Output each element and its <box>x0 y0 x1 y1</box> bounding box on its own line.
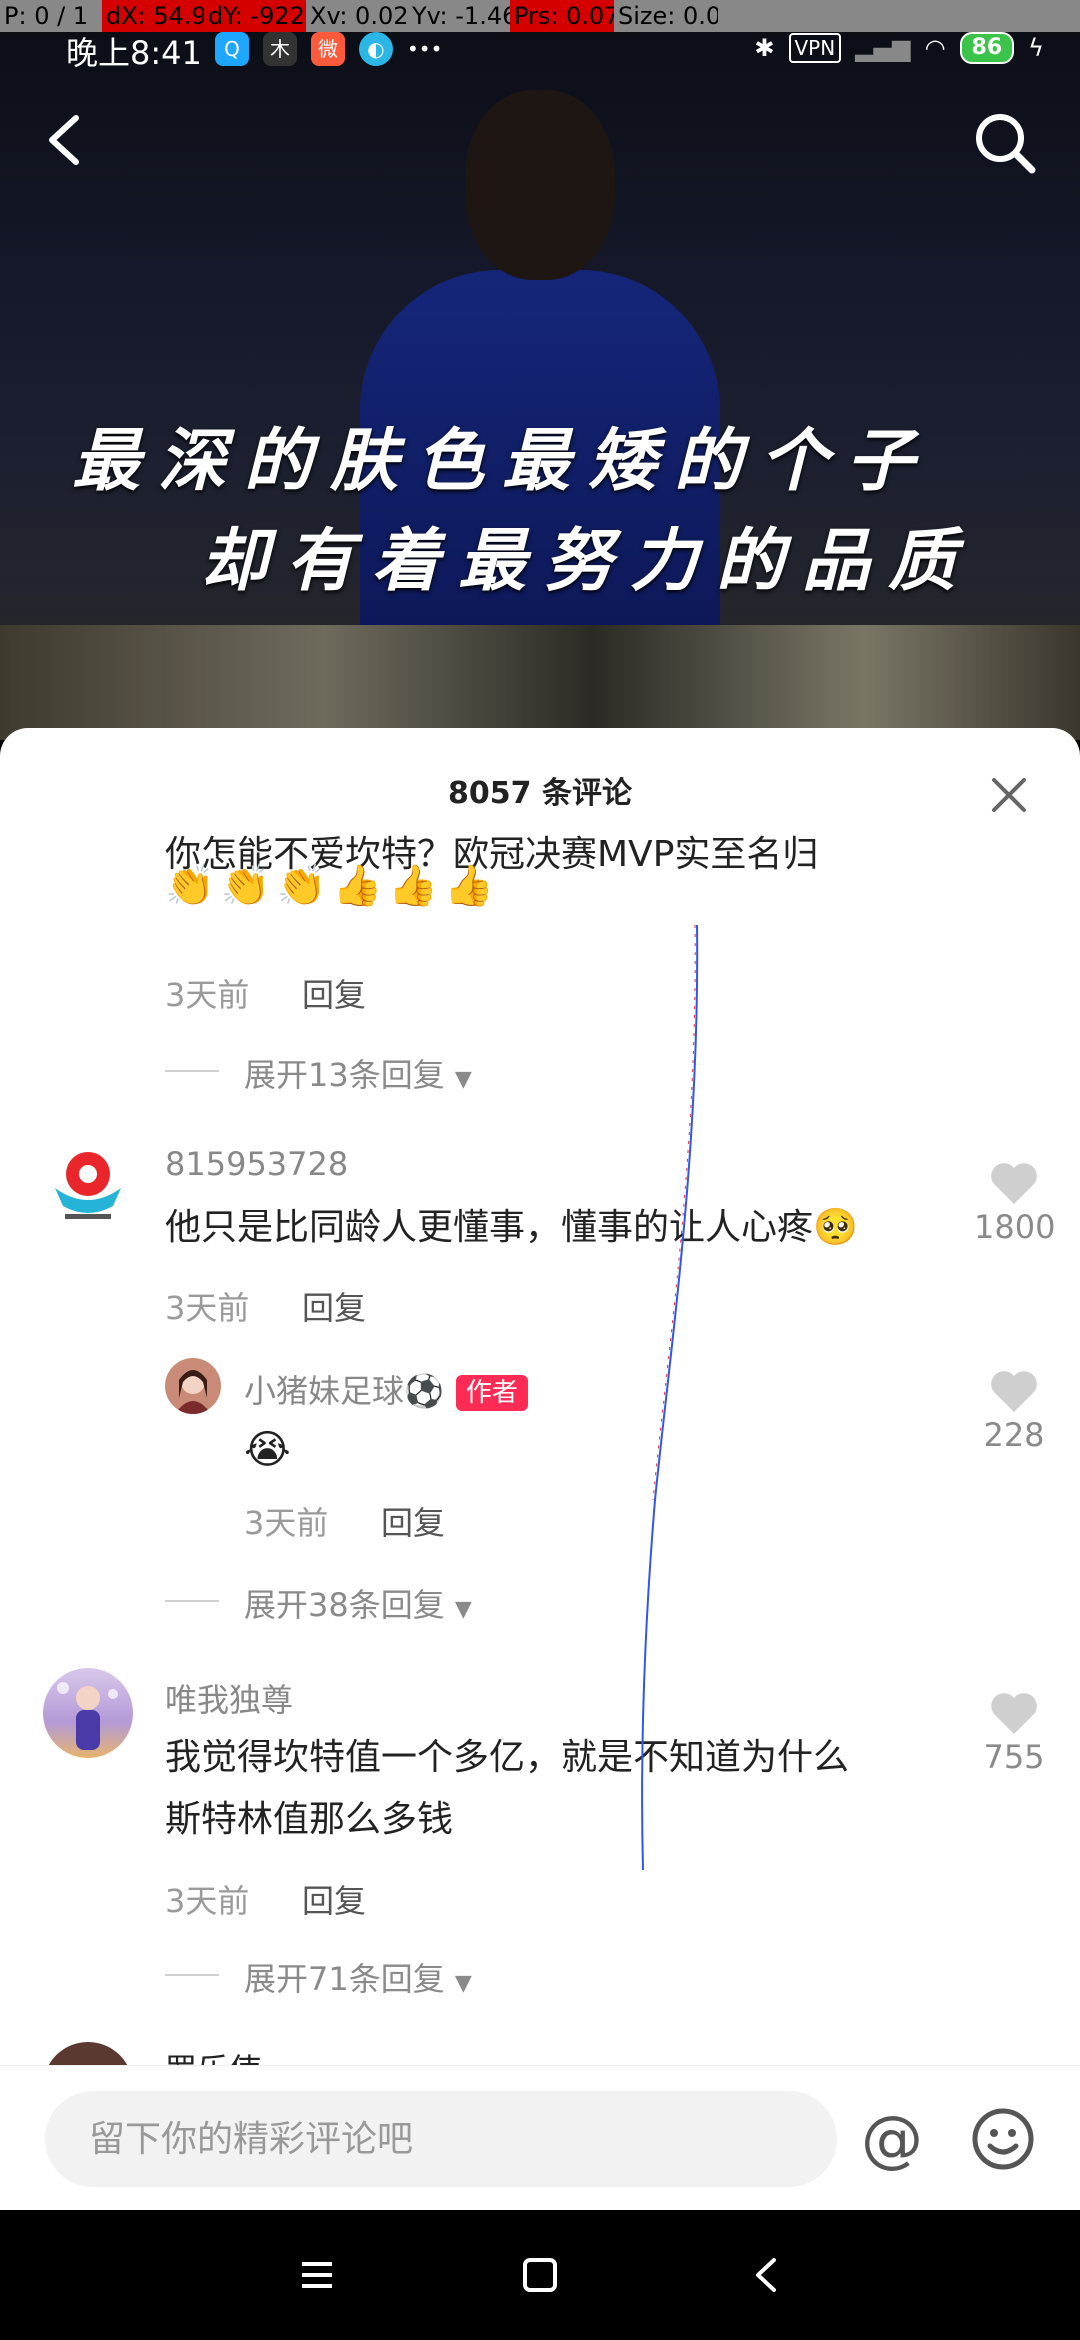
comment-time: 3天前 <box>165 1882 250 1920</box>
expand-divider <box>165 1070 219 1072</box>
comment-username[interactable]: 815953728 <box>165 1145 348 1183</box>
emoji-icon[interactable] <box>970 2106 1036 2172</box>
like-button[interactable]: 755 <box>974 1690 1054 1776</box>
reply-button[interactable]: 回复 <box>302 1876 366 1922</box>
expand-divider <box>165 1974 219 1976</box>
avatar[interactable] <box>165 1358 221 1414</box>
video-player[interactable]: 最深的肤色最矮的个子 却有着最努力的品质 <box>0 0 1080 740</box>
vpn-icon: VPN <box>788 33 842 63</box>
reply-username-row: 小猪妹足球⚽ 作者 <box>244 1366 528 1412</box>
reply-button[interactable]: 回复 <box>302 970 366 1016</box>
heart-icon <box>991 1693 1037 1734</box>
like-count: 755 <box>983 1738 1045 1776</box>
reply-username[interactable]: 小猪妹足球⚽ <box>244 1372 444 1410</box>
thumbs-up-emoji: 👍 <box>332 863 383 909</box>
reply-button[interactable]: 回复 <box>302 1283 366 1329</box>
clap-emoji: 👏 <box>276 863 327 909</box>
expand-replies-label: 展开71条回复 <box>244 1960 445 1998</box>
svg-text:@: @ <box>861 2106 923 2175</box>
expand-replies-label: 展开13条回复 <box>244 1056 445 1094</box>
reply-time: 3天前 <box>244 1504 329 1542</box>
video-background-crowd <box>0 625 1080 740</box>
thumbs-up-emoji: 👍 <box>444 863 494 909</box>
chevron-down-icon: ▼ <box>454 1067 472 1092</box>
back-nav-icon[interactable] <box>742 2250 792 2300</box>
comments-count-title: 8057 条评论 <box>448 776 632 811</box>
like-button[interactable]: 228 <box>974 1368 1054 1454</box>
comment-emoji-row: 👏 👏 👏 👍 👍 👍 <box>165 862 494 909</box>
search-icon[interactable] <box>970 108 1040 178</box>
status-system-icons: ✱ VPN ▂▄▆ ◠ 86 ϟ <box>754 32 1044 64</box>
debug-xv: Xv: 0.023 <box>310 2 408 30</box>
clap-emoji: 👏 <box>165 863 215 909</box>
avatar[interactable] <box>43 1140 133 1230</box>
clap-emoji: 👏 <box>220 863 271 909</box>
reply-text: 😭 <box>244 1427 291 1473</box>
expand-replies-button[interactable]: 展开71条回复 ▼ <box>244 1954 472 2000</box>
battery-icon: 86 <box>959 32 1015 64</box>
home-icon[interactable] <box>515 2250 565 2300</box>
comment-time: 3天前 <box>165 976 250 1014</box>
debug-yv: Yv: -1.464 <box>412 2 510 30</box>
thumbs-up-emoji: 👍 <box>388 863 439 909</box>
expand-replies-button[interactable]: 展开13条回复 ▼ <box>244 1050 472 1096</box>
author-badge: 作者 <box>455 1375 528 1411</box>
debug-dy: dY: -922.5 <box>204 0 306 32</box>
back-icon[interactable] <box>40 110 90 170</box>
status-time: 晚上8:41 <box>66 34 202 72</box>
expand-divider <box>165 1600 219 1602</box>
comments-sheet: 8057 条评论 <box>0 728 1080 2208</box>
debug-dx: dX: 54.9 <box>102 0 204 32</box>
status-notification-icons: Q 木 微 ◐ ••• <box>215 32 442 66</box>
chevron-down-icon: ▼ <box>454 1597 472 1622</box>
close-icon[interactable] <box>990 776 1028 814</box>
system-nav-bar <box>0 2210 1080 2340</box>
comment-text: 他只是比同龄人更懂事，懂事的让人心疼🥺 <box>165 1207 858 1248</box>
app-notification-icon: 木 <box>263 32 297 66</box>
expand-replies-label: 展开38条回复 <box>244 1586 445 1624</box>
expand-replies-button[interactable]: 展开38条回复 ▼ <box>244 1580 472 1626</box>
comment-input-bar: @ <box>0 2065 1080 2211</box>
debug-prs: Prs: 0.07 <box>510 0 614 32</box>
heart-icon <box>991 1163 1037 1204</box>
comment-text-line1: 我觉得坎特值一个多亿，就是不知道为什么 <box>165 1737 850 1778</box>
comment-input[interactable] <box>45 2091 837 2187</box>
video-caption-line1: 最深的肤色最矮的个子 <box>72 421 933 501</box>
like-button[interactable]: 1800 <box>974 1160 1056 1246</box>
bluetooth-icon: ✱ <box>754 34 775 62</box>
comment-time: 3天前 <box>165 1289 250 1327</box>
heart-icon <box>991 1371 1037 1412</box>
menu-icon[interactable] <box>292 2250 342 2300</box>
browser-icon: ◐ <box>359 32 393 66</box>
reply-button[interactable]: 回复 <box>381 1498 445 1544</box>
video-caption-line2: 却有着最努力的品质 <box>200 521 975 601</box>
like-count: 1800 <box>974 1208 1056 1246</box>
status-bar: 晚上8:41 Q 木 微 ◐ ••• ✱ VPN ▂▄▆ ◠ 86 ϟ <box>0 32 1080 72</box>
debug-size: Size: 0.0 <box>618 2 718 30</box>
like-count: 228 <box>983 1416 1045 1454</box>
wifi-icon: ◠ <box>924 34 946 62</box>
debug-pointer: P: 0 / 1 <box>4 2 89 30</box>
avatar[interactable] <box>43 1668 133 1758</box>
more-notifications-icon: ••• <box>407 37 443 61</box>
charging-icon: ϟ <box>1028 34 1044 62</box>
pointer-debug-bar: P: 0 / 1 dX: 54.9 dY: -922.5 Xv: 0.023 Y… <box>0 0 1080 32</box>
qq-icon: Q <box>215 32 249 66</box>
weibo-icon: 微 <box>311 32 345 66</box>
chevron-down-icon: ▼ <box>454 1971 472 1996</box>
signal-icon: ▂▄▆ <box>855 34 911 62</box>
comment-username[interactable]: 唯我独尊 <box>165 1675 293 1721</box>
comment-text-line2: 斯特林值那么多钱 <box>165 1799 454 1840</box>
mention-icon[interactable]: @ <box>857 2102 927 2176</box>
